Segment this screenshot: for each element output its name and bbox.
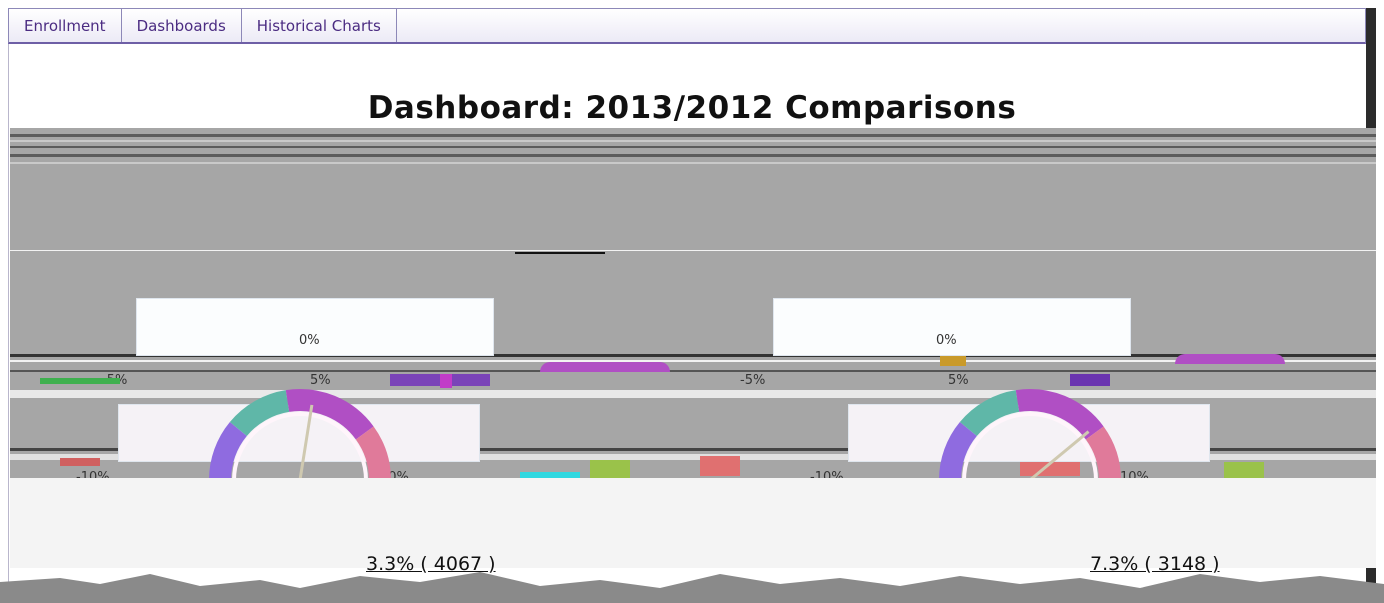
gauge-1-value-panel: 0% <box>136 298 494 356</box>
gauge-2-value-panel: 0% <box>773 298 1131 356</box>
gauge-segment <box>285 389 374 440</box>
nav-tab-bar: Enrollment Dashboards Historical Charts <box>8 8 1366 44</box>
tab-historical-charts[interactable]: Historical Charts <box>242 9 397 42</box>
gauge-1-panel-value: 0% <box>299 333 320 348</box>
tab-dashboards[interactable]: Dashboards <box>122 9 242 42</box>
gauge-1 <box>209 389 391 481</box>
gauge-2 <box>939 389 1121 482</box>
gauge-segment <box>1015 389 1104 440</box>
torn-edge-decoration <box>0 572 1384 603</box>
tab-enrollment[interactable]: Enrollment <box>9 9 122 42</box>
gauge-needle <box>1029 430 1090 482</box>
page-title: Dashboard: 2013/2012 Comparisons <box>367 90 1017 126</box>
gauge-2-label-left: -5% <box>740 373 766 388</box>
gauge-2-panel-value: 0% <box>936 333 957 348</box>
